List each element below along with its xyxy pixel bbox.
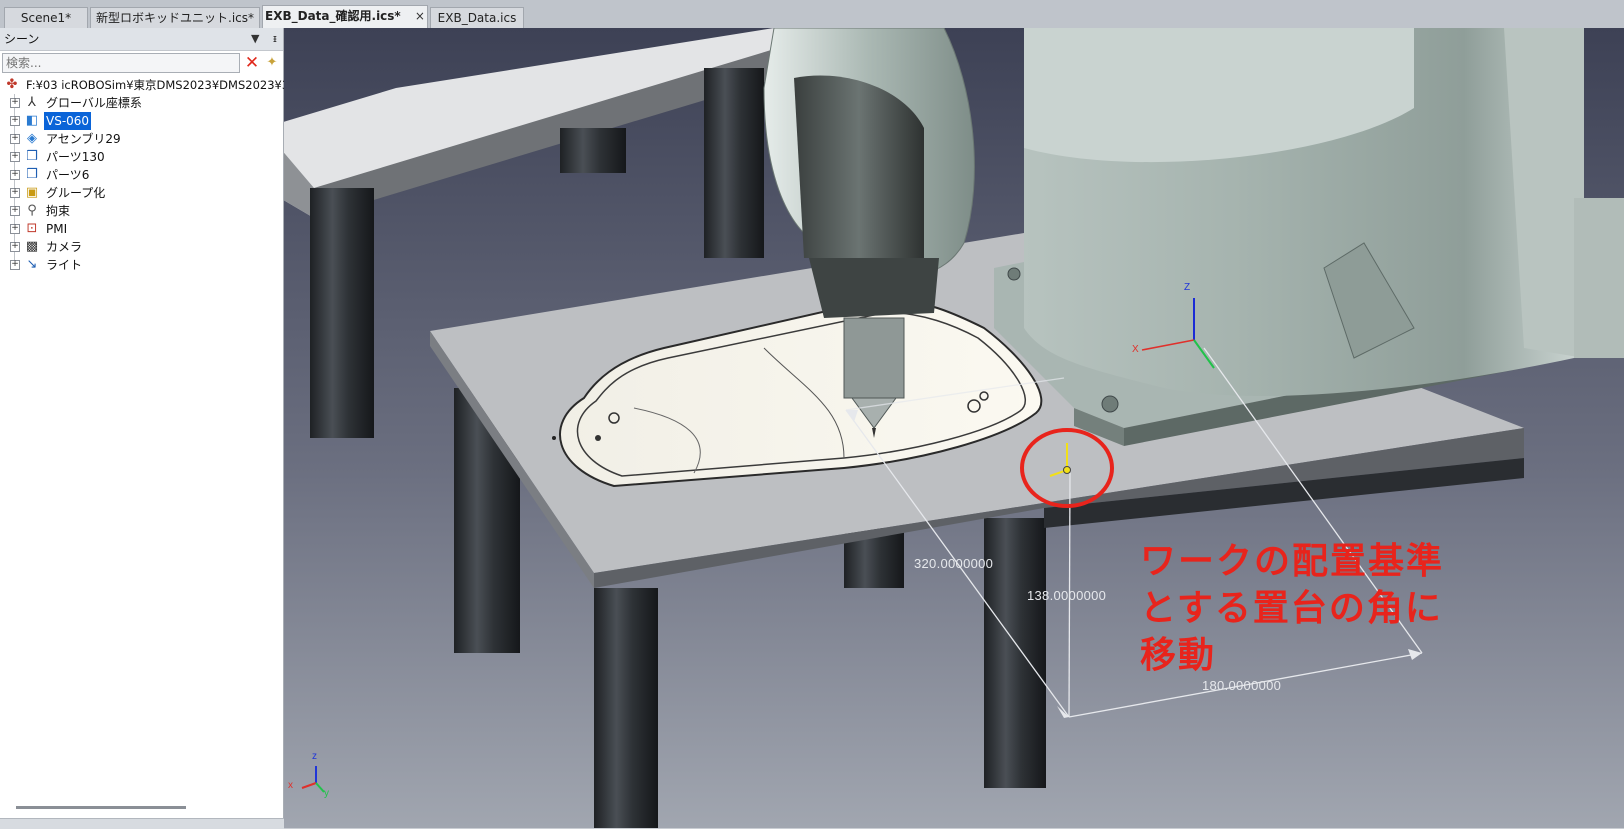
scene-tree: ✤ F:¥03 icROBOSim¥東京DMS2023¥DMS2023¥3Dデ … bbox=[2, 76, 310, 274]
triad-y-label: y bbox=[324, 788, 329, 799]
tree-item-parts130[interactable]: + ❒ パーツ130 bbox=[2, 148, 282, 166]
document-tab-strip: Scene1* 新型ロボキッドユニット.ics* EXB_Data_確認用.ic… bbox=[0, 0, 1624, 29]
anchor-point bbox=[1063, 466, 1071, 474]
3d-viewport[interactable]: 320.0000000 138.0000000 180.0000000 Z X … bbox=[284, 28, 1624, 828]
tab-new-robokid-unit[interactable]: 新型ロボキッドユニット.ics* bbox=[90, 7, 260, 28]
robot-icon: ◧ bbox=[25, 113, 39, 128]
tree-item-label: カメラ bbox=[46, 240, 83, 254]
tree-item-label: アセンブリ29 bbox=[46, 132, 121, 146]
tree-item-vs-060[interactable]: + ◧ VS-060 bbox=[2, 112, 282, 130]
expand-toggle-icon[interactable]: + bbox=[10, 98, 20, 108]
expand-toggle-icon[interactable]: + bbox=[10, 224, 20, 234]
panel-bottom-tab-bar bbox=[0, 818, 284, 829]
tree-item-label: パーツ6 bbox=[46, 168, 90, 182]
scene-panel: シーン ▼ ᵻ ✕ ✦ ✤ F:¥03 icROBOSim¥東京DMS2023¥… bbox=[0, 28, 310, 829]
expand-toggle-icon[interactable]: + bbox=[10, 188, 20, 198]
expand-toggle-icon[interactable]: + bbox=[10, 116, 20, 126]
annotation-line: ワークの配置基準 bbox=[1140, 541, 1445, 582]
expand-toggle-icon[interactable]: + bbox=[10, 134, 20, 144]
clear-search-icon[interactable]: ✕ bbox=[243, 54, 261, 72]
annotation-text: ワークの配置基準 とする置台の角に 移動 bbox=[1140, 538, 1444, 679]
base-x-axis-label: X bbox=[1132, 344, 1139, 355]
group-icon: ▣ bbox=[25, 185, 39, 200]
tab-label: 新型ロボキッドユニット.ics* bbox=[96, 11, 254, 25]
pmi-icon: ⊡ bbox=[26, 221, 38, 236]
tree-root-label: F:¥03 icROBOSim¥東京DMS2023¥DMS2023¥3Dデ bbox=[26, 78, 310, 92]
triad-z-label: z bbox=[312, 751, 317, 762]
panel-menu-dropdown-icon[interactable]: ▼ bbox=[251, 32, 259, 45]
dimension-label-180[interactable]: 180.0000000 bbox=[1202, 678, 1281, 693]
panel-horizontal-scrollbar[interactable] bbox=[16, 806, 186, 809]
scene-panel-title: シーン bbox=[4, 32, 40, 46]
assembly-icon: ◈ bbox=[27, 131, 37, 146]
expand-toggle-icon[interactable]: + bbox=[10, 242, 20, 252]
base-z-axis-label: Z bbox=[1184, 282, 1191, 293]
expand-toggle-icon[interactable]: + bbox=[10, 152, 20, 162]
expand-toggle-icon[interactable]: + bbox=[10, 206, 20, 216]
tab-exb-data[interactable]: EXB_Data.ics bbox=[430, 7, 524, 28]
annotation-line: とする置台の角に bbox=[1140, 588, 1443, 629]
table-leg bbox=[594, 588, 658, 828]
back-table-leg bbox=[560, 128, 626, 173]
dimension-label-138[interactable]: 138.0000000 bbox=[1027, 588, 1106, 603]
tree-item-assembly29[interactable]: + ◈ アセンブリ29 bbox=[2, 130, 282, 148]
tree-item-label: 拘束 bbox=[46, 204, 71, 218]
tree-item-label: ライト bbox=[46, 258, 83, 272]
pin-icon[interactable]: ᵻ bbox=[273, 32, 277, 45]
tree-item-pmi[interactable]: + ⊡ PMI bbox=[2, 220, 282, 238]
tree-item-parts6[interactable]: + ❒ パーツ6 bbox=[2, 166, 282, 184]
scene-file-icon: ✤ bbox=[6, 77, 18, 92]
tree-item-label: PMI bbox=[46, 222, 68, 236]
tree-item-constraint[interactable]: + ⚲ 拘束 bbox=[2, 202, 282, 220]
tree-item-label: VS-060 bbox=[44, 112, 92, 130]
tab-label: Scene1* bbox=[20, 11, 72, 25]
tree-item-global-coordinates[interactable]: + ⅄ グローバル座標系 bbox=[2, 94, 282, 112]
expand-toggle-icon[interactable]: + bbox=[10, 170, 20, 180]
tree-item-label: グローバル座標系 bbox=[46, 96, 142, 110]
camera-icon: ▩ bbox=[25, 239, 39, 254]
expand-toggle-icon[interactable]: + bbox=[10, 260, 20, 270]
tree-item-label: パーツ130 bbox=[46, 150, 105, 164]
tree-item-label: グループ化 bbox=[46, 186, 106, 200]
search-options-icon[interactable]: ✦ bbox=[264, 54, 280, 72]
tree-item-group[interactable]: + ▣ グループ化 bbox=[2, 184, 282, 202]
part-icon: ❒ bbox=[26, 167, 38, 182]
tab-label: EXB_Data.ics bbox=[437, 11, 517, 25]
tool-spindle bbox=[843, 317, 905, 399]
part-icon: ❒ bbox=[26, 149, 38, 164]
tab-exb-data-check[interactable]: EXB_Data_確認用.ics* × bbox=[262, 5, 428, 28]
triad-x-label: x bbox=[288, 780, 293, 791]
light-icon: ↘ bbox=[26, 257, 38, 272]
back-table-leg bbox=[310, 188, 374, 438]
scene-search-input[interactable] bbox=[2, 53, 240, 73]
tab-close-icon[interactable]: × bbox=[415, 6, 425, 26]
tab-label: EXB_Data_確認用.ics* bbox=[265, 9, 401, 23]
constraint-icon: ⚲ bbox=[27, 203, 37, 218]
table-leg bbox=[984, 518, 1046, 788]
scene-panel-header: シーン ▼ ᵻ bbox=[0, 28, 283, 51]
tree-root-item[interactable]: ✤ F:¥03 icROBOSim¥東京DMS2023¥DMS2023¥3Dデ bbox=[2, 76, 310, 94]
tree-item-camera[interactable]: + ▩ カメラ bbox=[2, 238, 282, 256]
scene-search-row: ✕ ✦ bbox=[0, 53, 283, 75]
dimension-label-320[interactable]: 320.0000000 bbox=[914, 556, 993, 571]
scene-render bbox=[284, 28, 1624, 828]
tree-item-light[interactable]: + ↘ ライト bbox=[2, 256, 282, 274]
tab-scene1[interactable]: Scene1* bbox=[4, 7, 88, 28]
annotation-line: 移動 bbox=[1140, 635, 1217, 676]
axes-icon: ⅄ bbox=[28, 95, 36, 110]
back-table-leg bbox=[704, 68, 764, 258]
